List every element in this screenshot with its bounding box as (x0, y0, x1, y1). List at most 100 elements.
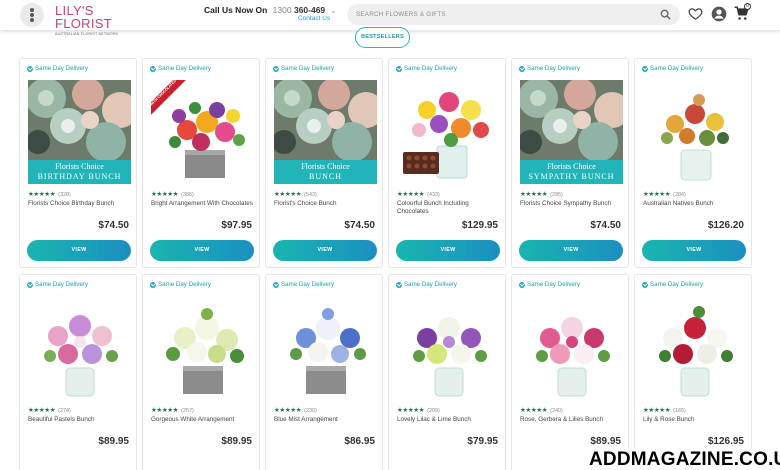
blue-mist-image (274, 296, 377, 400)
product-name[interactable]: Beautiful Pastels Bunch (28, 416, 132, 424)
delivery-label: Same Day Delivery (158, 65, 211, 72)
banner-line-2: SYMPATHY BUNCH (528, 172, 615, 181)
view-button[interactable]: VIEW (27, 240, 131, 261)
view-button[interactable]: VIEW (396, 240, 500, 261)
white-arrangement-image (151, 296, 254, 400)
product-name[interactable]: Blue Mist Arrangement (274, 416, 378, 424)
product-name[interactable]: Lovely Lilac & Lime Bunch (397, 416, 501, 424)
star-icons: ★★★★★ (397, 191, 425, 198)
star-icons: ★★★★★ (28, 407, 56, 414)
star-icons: ★★★★★ (643, 407, 671, 414)
menu-dots-button[interactable] (20, 3, 44, 27)
star-icons: ★★★★★ (28, 191, 56, 198)
product-card[interactable]: Same Day Delivery Florists Choice BIRTHDA… (19, 58, 137, 268)
product-name[interactable]: Rose, Gerbera & Lilies Bunch (520, 416, 624, 424)
product-image[interactable]: WITH CHOCOLATES (151, 80, 254, 184)
product-card[interactable]: Same Day Delivery ★★★★★ (240) Rose, Gerbe… (511, 274, 629, 470)
product-image[interactable] (151, 296, 254, 400)
rating-stars: ★★★★★ (433) (397, 190, 440, 198)
product-name[interactable]: Florists Choice Sympathy Bunch (520, 200, 624, 208)
product-card[interactable]: Same Day Delivery ★★★★★ (433) Colourful B… (388, 58, 506, 268)
product-price: $129.95 (461, 220, 498, 231)
review-count[interactable]: (543) (304, 192, 317, 198)
product-image[interactable] (397, 80, 500, 184)
heart-icon[interactable] (688, 6, 703, 21)
view-button[interactable]: VIEW (273, 240, 377, 261)
view-button[interactable]: VIEW (519, 240, 623, 261)
delivery-label: Same Day Delivery (527, 65, 580, 72)
chevron-down-icon[interactable]: ⌄ (331, 8, 337, 15)
rating-stars: ★★★★★ (328) (28, 190, 71, 198)
product-price: $86.95 (344, 436, 375, 447)
product-image[interactable] (28, 296, 131, 400)
same-day-delivery-badge: Same Day Delivery (150, 281, 211, 288)
product-card[interactable]: Same Day Delivery ★★★★★ (209) Lovely Lila… (388, 274, 506, 470)
search-bar[interactable]: SEARCH FLOWERS & GIFTS (347, 4, 680, 25)
view-button[interactable]: VIEW (642, 240, 746, 261)
rating-stars: ★★★★★ (240) (520, 406, 563, 414)
product-price: $89.95 (221, 436, 252, 447)
logo[interactable]: LILY'S FLORIST AUSTRALIAN FLORIST NETWOR… (55, 4, 145, 36)
delivery-label: Same Day Delivery (281, 65, 334, 72)
product-card[interactable]: Same Day Delivery ★★★★★ (274) Beautiful P… (19, 274, 137, 470)
star-icons: ★★★★★ (274, 407, 302, 414)
review-count[interactable]: (257) (181, 408, 194, 414)
product-card[interactable]: Same Day Delivery ★★★★★ (165) Lily & Rose… (634, 274, 752, 470)
check-circle-icon (150, 65, 156, 72)
product-card[interactable]: Same Day Delivery ★★★★★ (257) Gorgeous Wh… (142, 274, 260, 470)
review-count[interactable]: (284) (673, 192, 686, 198)
bestsellers-tab[interactable]: BESTSELLERS (355, 27, 410, 48)
review-count[interactable]: (274) (58, 408, 71, 414)
review-count[interactable]: (230) (304, 408, 317, 414)
product-name[interactable]: Florists Choice Birthday Bunch (28, 200, 132, 208)
product-card[interactable]: Same Day Delivery ★★★★★ (284) Australian … (634, 58, 752, 268)
same-day-delivery-badge: Same Day Delivery (150, 65, 211, 72)
review-count[interactable]: (433) (427, 192, 440, 198)
check-circle-icon (642, 281, 648, 288)
product-name[interactable]: Florist's Choice Bunch (274, 200, 378, 208)
review-count[interactable]: (209) (427, 408, 440, 414)
search-icon[interactable] (660, 9, 671, 20)
product-image[interactable]: Florists Choice SYMPATHY BUNCH (520, 80, 623, 184)
same-day-delivery-badge: Same Day Delivery (273, 281, 334, 288)
product-image[interactable] (643, 80, 746, 184)
product-image[interactable] (643, 296, 746, 400)
check-circle-icon (273, 281, 279, 288)
product-name[interactable]: Gorgeous White Arrangement (151, 416, 255, 424)
same-day-delivery-badge: Same Day Delivery (396, 281, 457, 288)
product-name[interactable]: Lily & Rose Bunch (643, 416, 747, 424)
product-image[interactable] (274, 296, 377, 400)
review-count[interactable]: (295) (550, 192, 563, 198)
review-count[interactable]: (386) (181, 192, 194, 198)
product-card[interactable]: Same Day Delivery ★★★★★ (230) Blue Mist A… (265, 274, 383, 470)
product-card[interactable]: Same Day Delivery WITH CHOCOLATES ★★★★★(… (142, 58, 260, 268)
lily-rose-image (643, 296, 746, 400)
product-price: $74.50 (344, 220, 375, 231)
star-icons: ★★★★★ (520, 407, 548, 414)
contact-us-link[interactable]: Contact Us (298, 15, 330, 22)
product-name[interactable]: Colourful Bunch Including Chocolates (397, 200, 501, 216)
banner-line-1: Florists Choice (55, 162, 104, 171)
review-count[interactable]: (328) (58, 192, 71, 198)
search-input[interactable]: SEARCH FLOWERS & GIFTS (356, 11, 446, 18)
phone-number[interactable]: 1300 360-469 (273, 5, 326, 15)
view-button[interactable]: VIEW (150, 240, 254, 261)
review-count[interactable]: (240) (550, 408, 563, 414)
product-price: $126.95 (707, 436, 744, 447)
product-card[interactable]: Same Day Delivery Florists Choice SYMPATH… (511, 58, 629, 268)
review-count[interactable]: (165) (673, 408, 686, 414)
product-image[interactable]: Florists Choice BIRTHDAY BUNCH (28, 80, 131, 184)
delivery-label: Same Day Delivery (404, 65, 457, 72)
product-image[interactable]: Florists Choice BUNCH (274, 80, 377, 184)
rating-stars: ★★★★★ (230) (274, 406, 317, 414)
product-image[interactable] (397, 296, 500, 400)
delivery-label: Same Day Delivery (650, 65, 703, 72)
product-card[interactable]: Same Day Delivery Florists Choice BUNCH ★… (265, 58, 383, 268)
product-image[interactable] (520, 296, 623, 400)
product-banner: Florists Choice BIRTHDAY BUNCH (28, 160, 131, 184)
top-header: LILY'S FLORIST AUSTRALIAN FLORIST NETWOR… (0, 0, 780, 36)
banner-line-2: BUNCH (308, 172, 342, 181)
product-name[interactable]: Australian Natives Bunch (643, 200, 747, 208)
account-icon[interactable] (711, 6, 727, 22)
product-name[interactable]: Bright Arrangement With Chocolates (151, 200, 255, 208)
